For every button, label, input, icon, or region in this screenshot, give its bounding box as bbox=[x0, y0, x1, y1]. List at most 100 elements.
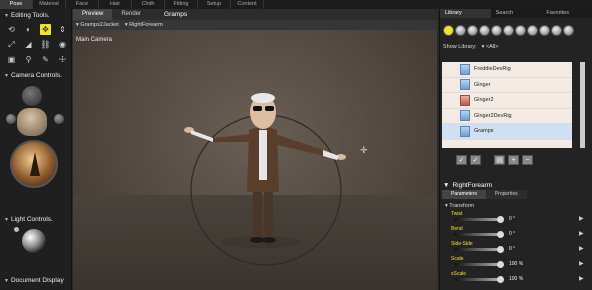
right-hand-camera-icon[interactable] bbox=[54, 114, 64, 124]
param-xscale-knob[interactable] bbox=[497, 276, 504, 283]
twist-tool-icon[interactable]: ◐ bbox=[23, 24, 34, 35]
editing-tools-header[interactable]: ▼ Editing Tools. bbox=[0, 9, 71, 22]
room-tab-cloth[interactable]: Cloth bbox=[132, 0, 165, 9]
room-tabs: Pose Material Face Hair Cloth Fitting Se… bbox=[0, 0, 592, 9]
apply-double-button-icon[interactable]: ✓ bbox=[470, 155, 481, 165]
list-item[interactable]: Gramps bbox=[442, 124, 572, 140]
camera-controls-header[interactable]: ▼ Camera Controls. bbox=[0, 69, 71, 82]
actor-menu[interactable]: ▾ RightForearm bbox=[125, 22, 163, 28]
translate-tool-icon[interactable]: ✥ bbox=[40, 24, 51, 35]
param-scale-value[interactable]: 100 % bbox=[509, 261, 523, 267]
figure-left-leg bbox=[253, 190, 262, 238]
collapse-arrow-icon: ▼ bbox=[4, 277, 9, 284]
expressions-category-icon[interactable] bbox=[467, 24, 478, 36]
list-item[interactable]: FreddieDevRig bbox=[442, 62, 572, 78]
morph-brush-tool-icon[interactable]: ✎ bbox=[40, 54, 51, 65]
tab-render[interactable]: Render bbox=[112, 9, 150, 20]
list-item[interactable]: Ginger2 bbox=[442, 93, 572, 109]
hands-category-icon[interactable] bbox=[491, 24, 502, 36]
scenes-category-icon[interactable] bbox=[551, 24, 562, 36]
direct-manipulation-tool-icon[interactable]: ☩ bbox=[57, 54, 68, 65]
param-twist-dial[interactable] bbox=[454, 218, 498, 221]
room-tab-setup[interactable]: Setup bbox=[198, 0, 231, 9]
room-tab-pose[interactable]: Pose bbox=[0, 0, 33, 9]
chain-break-tool-icon[interactable]: ⛓ bbox=[40, 39, 51, 50]
param-scale-knob[interactable] bbox=[497, 261, 504, 268]
param-xscale-dial[interactable] bbox=[454, 278, 498, 281]
param-twist-value[interactable]: 0 ° bbox=[509, 216, 515, 222]
transform-group[interactable]: ▾ Transform bbox=[445, 203, 474, 209]
library-list: FreddieDevRig Ginger Ginger2 Ginger2DevR… bbox=[442, 62, 572, 148]
param-xscale: xScale 100 % ▶ bbox=[451, 271, 587, 285]
rotate-tool-icon[interactable]: ⟲ bbox=[6, 24, 17, 35]
param-menu-arrow-icon[interactable]: ▶ bbox=[579, 245, 584, 252]
light-indicator-icon[interactable] bbox=[14, 227, 19, 232]
figure-menu-label: Gramps2Jacket bbox=[80, 22, 119, 28]
new-folder-button-icon[interactable]: ▤ bbox=[494, 155, 505, 165]
list-item[interactable]: Ginger2DevRig bbox=[442, 109, 572, 124]
figure-hair bbox=[251, 93, 275, 103]
3d-viewport[interactable]: Main Camera ✛ bbox=[73, 30, 437, 290]
posing-camera-icon[interactable] bbox=[17, 108, 47, 136]
param-scale-dial[interactable] bbox=[454, 263, 498, 266]
lights-category-icon[interactable] bbox=[515, 24, 526, 36]
library-scrollbar[interactable] bbox=[580, 62, 585, 148]
param-side-side-value[interactable]: 0 ° bbox=[509, 246, 515, 252]
poses-category-icon[interactable] bbox=[455, 24, 466, 36]
tab-properties[interactable]: Properties bbox=[485, 190, 527, 199]
cameras-category-icon[interactable] bbox=[527, 24, 538, 36]
color-tool-icon[interactable]: ◉ bbox=[57, 39, 68, 50]
figure-right-arm bbox=[273, 134, 325, 156]
room-tab-material[interactable]: Material bbox=[33, 0, 66, 9]
show-library-select[interactable]: ▾ <All> bbox=[482, 44, 499, 50]
param-side-side-dial[interactable] bbox=[454, 248, 498, 251]
param-side-side-label: Side-Side bbox=[451, 241, 473, 247]
grouping-tool-icon[interactable]: ▣ bbox=[6, 54, 17, 65]
materials-category-icon[interactable] bbox=[539, 24, 550, 36]
tab-library[interactable]: Library bbox=[440, 9, 491, 18]
param-menu-arrow-icon[interactable]: ▶ bbox=[579, 275, 584, 282]
param-menu-arrow-icon[interactable]: ▶ bbox=[579, 260, 584, 267]
param-bend-knob[interactable] bbox=[497, 231, 504, 238]
library-tabs: Library Search Favorites bbox=[440, 9, 592, 18]
room-tab-face[interactable]: Face bbox=[66, 0, 99, 9]
light-controls-title: Light Controls. bbox=[10, 216, 53, 223]
collapse-arrow-icon[interactable]: ▼ bbox=[443, 182, 449, 189]
props-category-icon[interactable] bbox=[503, 24, 514, 36]
param-twist-knob[interactable] bbox=[497, 216, 504, 223]
tab-preview[interactable]: Preview bbox=[73, 9, 113, 20]
param-menu-arrow-icon[interactable]: ▶ bbox=[579, 230, 584, 237]
apply-button-icon[interactable]: ✓ bbox=[456, 155, 467, 165]
figure-left-arm bbox=[211, 134, 251, 142]
tab-search[interactable]: Search bbox=[491, 9, 542, 18]
remove-from-library-button-icon[interactable]: − bbox=[522, 155, 533, 165]
figures-category-icon[interactable] bbox=[443, 24, 454, 36]
figure-menu[interactable]: ▾ Gramps2Jacket bbox=[76, 22, 119, 28]
room-tab-hair[interactable]: Hair bbox=[99, 0, 132, 9]
room-tab-content[interactable]: Content bbox=[231, 0, 264, 9]
document-display-header[interactable]: ▼ Document Display bbox=[0, 274, 68, 287]
param-side-side-knob[interactable] bbox=[497, 246, 504, 253]
tab-favorites[interactable]: Favorites bbox=[541, 9, 592, 18]
camera-trackball-icon[interactable] bbox=[10, 140, 58, 188]
view-magnifier-tool-icon[interactable]: ⚲ bbox=[23, 54, 34, 65]
collections-category-icon[interactable] bbox=[563, 24, 574, 36]
list-item-label: Gramps bbox=[474, 128, 494, 135]
taper-tool-icon[interactable]: ◢ bbox=[23, 39, 34, 50]
face-camera-icon[interactable] bbox=[22, 86, 42, 106]
translate-in-out-tool-icon[interactable]: ⇕ bbox=[57, 24, 68, 35]
list-item[interactable]: Ginger bbox=[442, 78, 572, 93]
figure-right-leg bbox=[264, 190, 273, 238]
hair-category-icon[interactable] bbox=[479, 24, 490, 36]
param-xscale-value[interactable]: 100 % bbox=[509, 276, 523, 282]
add-to-library-button-icon[interactable]: + bbox=[508, 155, 519, 165]
param-bend-value[interactable]: 0 ° bbox=[509, 231, 515, 237]
light-sphere-icon[interactable] bbox=[22, 229, 46, 253]
left-hand-camera-icon[interactable] bbox=[6, 114, 16, 124]
light-controls-header[interactable]: ▼ Light Controls. bbox=[0, 213, 57, 226]
scale-tool-icon[interactable]: ⤢ bbox=[6, 39, 17, 50]
room-tab-fitting[interactable]: Fitting bbox=[165, 0, 198, 9]
param-menu-arrow-icon[interactable]: ▶ bbox=[579, 215, 584, 222]
param-bend-dial[interactable] bbox=[454, 233, 498, 236]
tab-parameters[interactable]: Parameters bbox=[442, 190, 486, 199]
